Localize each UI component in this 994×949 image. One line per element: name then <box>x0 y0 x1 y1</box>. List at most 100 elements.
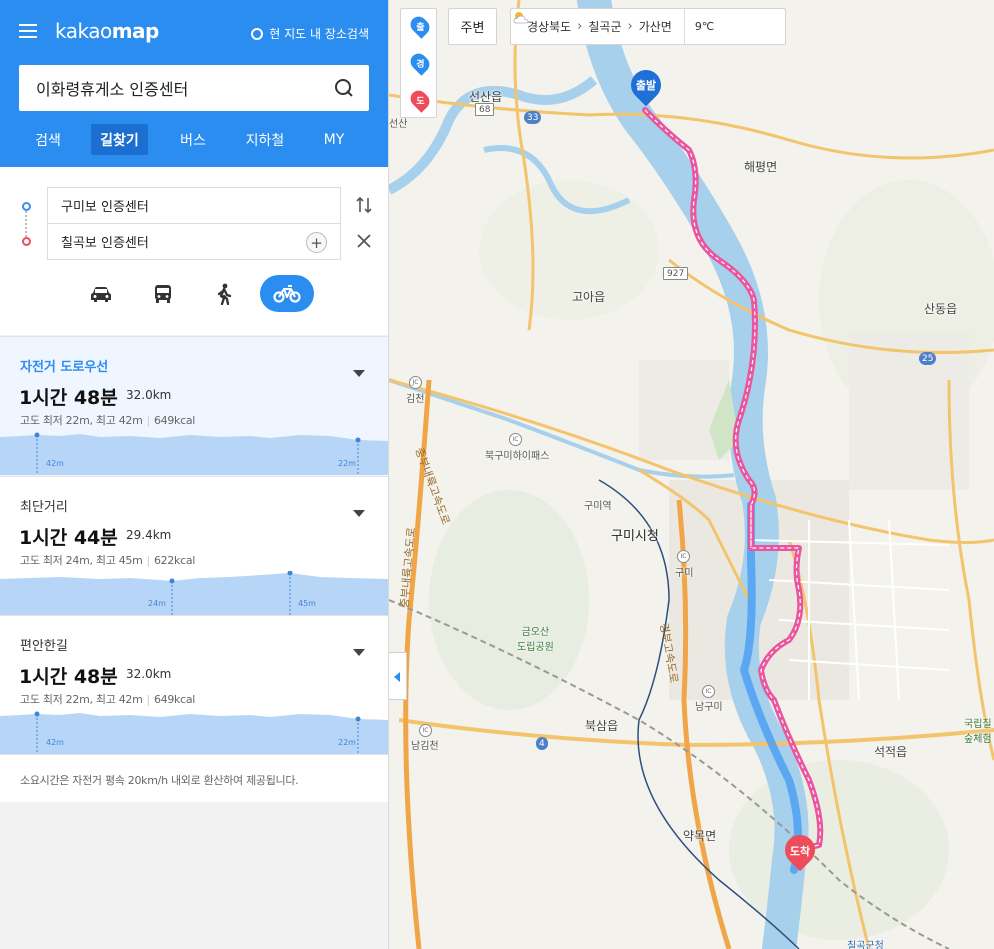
partly-cloudy-icon <box>513 12 529 24</box>
profile-label-end: 22m <box>338 738 356 747</box>
place-label: 북삼읍 <box>585 719 619 733</box>
top-bar: kakaomap 현 지도 내 장소검색 검색 길찾기 버스 지하철 MY <box>0 0 388 167</box>
tab-subway[interactable]: 지하철 <box>235 124 295 155</box>
nearby-search-toggle[interactable]: 현 지도 내 장소검색 <box>251 25 369 42</box>
place-label: 남김천 <box>411 741 439 752</box>
route-duration: 1시간 44분 <box>19 527 118 549</box>
profile-label-start: 42m <box>46 738 64 747</box>
place-label: 구미역 <box>584 501 612 512</box>
collapse-panel-button[interactable] <box>389 652 407 700</box>
mode-walk-button[interactable] <box>197 275 251 312</box>
start-pin-label: 출발 <box>635 79 657 92</box>
junction-icon: JC <box>409 376 422 389</box>
mode-car-button[interactable] <box>74 275 128 312</box>
tab-directions[interactable]: 길찾기 <box>91 124 148 155</box>
waypoint-connector <box>25 211 27 237</box>
map-view[interactable]: 선산읍 선산 해평면 고아읍 산동읍 김천 북구미하이패스 구미역 구미시청 구… <box>389 0 994 949</box>
route-shield: 927 <box>663 267 689 280</box>
nearby-button[interactable]: 주변 <box>448 8 497 45</box>
tab-bus[interactable]: 버스 <box>165 124 221 155</box>
place-label: 고아읍 <box>572 290 606 304</box>
route-input-box: 구미보 인증센터 칠곡보 인증센터 + <box>0 167 388 335</box>
route-meta: 고도 최저 22m, 최고 42m | 649kcal <box>20 414 196 427</box>
route-duration: 1시간 48분 <box>19 387 118 409</box>
profile-label-end: 45m <box>298 599 316 608</box>
left-panel: kakaomap 현 지도 내 장소검색 검색 길찾기 버스 지하철 MY 구미… <box>0 0 389 949</box>
nearby-search-label: 현 지도 내 장소검색 <box>269 27 369 41</box>
place-label: 해평면 <box>744 160 778 174</box>
chevron-down-icon[interactable] <box>353 649 365 656</box>
route-title: 자전거 도로우선 <box>20 360 109 375</box>
profile-label-end: 22m <box>338 459 356 468</box>
route-shield: 4 <box>536 737 548 750</box>
breadcrumb-county[interactable]: 칠곡군 <box>582 18 627 35</box>
origin-field[interactable]: 구미보 인증센터 <box>47 187 341 224</box>
elevation-profile: 42m 22m <box>0 711 388 754</box>
tab-search[interactable]: 검색 <box>21 124 75 155</box>
destination-value: 칠곡보 인증센터 <box>61 236 149 251</box>
origin-dot-icon <box>22 202 31 211</box>
start-mini-pin-icon[interactable]: 출 <box>407 13 433 39</box>
route-distance: 29.4km <box>126 528 172 542</box>
add-waypoint-icon[interactable]: + <box>306 232 327 253</box>
swap-icon[interactable] <box>355 195 373 215</box>
route-duration: 1시간 48분 <box>19 666 118 688</box>
menu-icon[interactable] <box>19 24 37 38</box>
chevron-down-icon[interactable] <box>353 510 365 517</box>
place-label: 약목면 <box>683 829 717 843</box>
close-icon[interactable] <box>355 232 373 250</box>
route-option-2[interactable]: 최단거리 1시간 44분 29.4km 고도 최저 24m, 최고 45m | 62… <box>0 476 388 615</box>
place-label: 산동읍 <box>924 302 958 316</box>
route-meta: 고도 최저 24m, 최고 45m | 622kcal <box>20 554 196 567</box>
logo[interactable]: kakaomap <box>55 19 159 43</box>
place-label: 남구미 <box>695 702 723 713</box>
route-shield: 68 <box>475 103 495 116</box>
destination-dot-icon <box>22 237 31 246</box>
route-shield: 33 <box>524 111 542 124</box>
search-input[interactable] <box>36 78 333 98</box>
mode-transit-button[interactable] <box>136 275 190 312</box>
place-label: 석적읍 <box>874 745 908 759</box>
transport-modes <box>72 275 322 313</box>
place-label: 칠곡군청 <box>847 941 884 949</box>
interchange-icon: IC <box>702 685 715 698</box>
search-icon[interactable] <box>333 77 355 99</box>
interchange-icon: IC <box>509 433 522 446</box>
route-pins-bar: 출 경 도 <box>400 8 437 118</box>
interchange-icon: IC <box>419 724 432 737</box>
speed-note: 소요시간은 자전거 평속 20km/h 내외로 환산하여 제공됩니다. <box>20 774 299 787</box>
walk-icon <box>217 283 232 305</box>
interchange-icon: IC <box>677 550 690 563</box>
route-title: 편안한길 <box>20 639 68 654</box>
bus-icon <box>155 284 171 303</box>
place-label: 김천 <box>406 394 425 405</box>
waypoint-mini-pin-icon[interactable]: 경 <box>407 50 433 76</box>
place-label: 북구미하이패스 <box>485 451 550 462</box>
breadcrumb: 경상북도 › 칠곡군 › 가산면 9℃ <box>510 8 786 45</box>
route-distance: 32.0km <box>126 667 172 681</box>
profile-label-start: 42m <box>46 459 64 468</box>
car-icon <box>91 286 111 302</box>
elevation-profile: 24m 45m <box>0 571 388 615</box>
waypoint-markers <box>22 202 31 246</box>
place-label: 구미시청 <box>611 529 659 544</box>
end-mini-pin-icon[interactable]: 도 <box>407 87 433 113</box>
tab-my[interactable]: MY <box>307 124 361 155</box>
elevation-profile: 42m 22m <box>0 432 388 475</box>
search-box <box>19 65 369 111</box>
route-title: 최단거리 <box>20 500 68 515</box>
place-label: 국립칠 숲체험 <box>964 719 992 745</box>
breadcrumb-town[interactable]: 가산면 <box>633 18 678 35</box>
place-label: 구미 <box>675 568 694 579</box>
mode-bicycle-button[interactable] <box>260 275 314 312</box>
route-option-3[interactable]: 편안한길 1시간 48분 32.0km 고도 최저 22m, 최고 42m | 64… <box>0 615 388 754</box>
route-meta: 고도 최저 22m, 최고 42m | 649kcal <box>20 693 196 706</box>
place-label: 금오산 도립공원 <box>517 627 554 653</box>
nav-tabs: 검색 길찾기 버스 지하철 MY <box>0 124 388 155</box>
weather-widget[interactable]: 9℃ <box>513 8 715 45</box>
chevron-down-icon[interactable] <box>353 370 365 377</box>
route-option-1[interactable]: 자전거 도로우선 1시간 48분 32.0km 고도 최저 22m, 최고 42… <box>0 336 388 476</box>
weather-temp: 9℃ <box>694 20 715 33</box>
end-pin-label: 도착 <box>789 845 811 858</box>
destination-field[interactable]: 칠곡보 인증센터 + <box>47 223 341 260</box>
